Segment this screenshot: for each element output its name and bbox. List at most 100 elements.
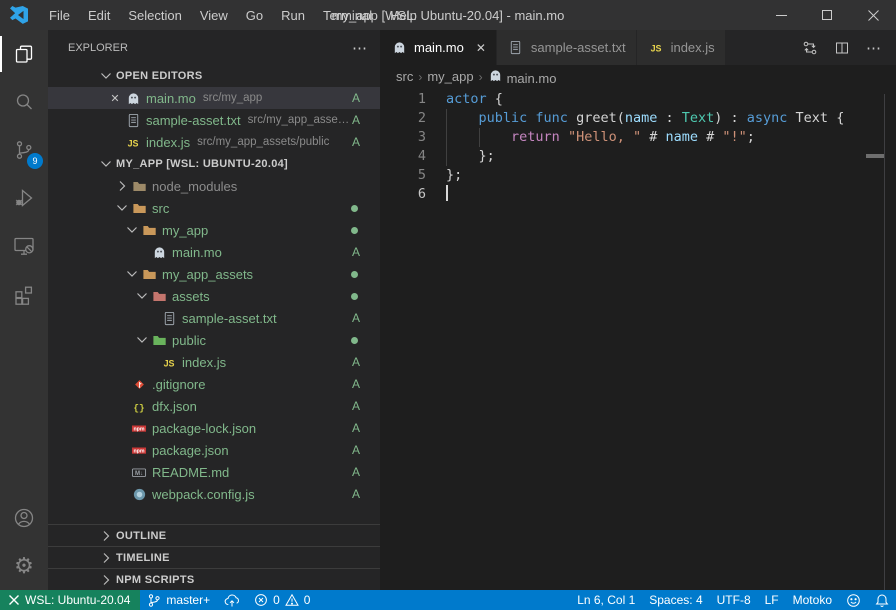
- tree-item-my_app[interactable]: my_app: [48, 219, 380, 241]
- svg-text:M↓: M↓: [135, 469, 143, 476]
- menu-edit[interactable]: Edit: [79, 0, 119, 30]
- menu-go[interactable]: Go: [237, 0, 272, 30]
- line-number: 1: [380, 90, 446, 109]
- notifications-button[interactable]: [868, 590, 896, 610]
- section-npm-scripts[interactable]: NPM SCRIPTS: [48, 568, 380, 590]
- files-icon: [12, 42, 36, 66]
- project-root-header[interactable]: MY_APP [WSL: UBUNTU-20.04]: [48, 153, 380, 175]
- menu-selection[interactable]: Selection: [119, 0, 190, 30]
- open-editors-header[interactable]: OPEN EDITORS: [48, 65, 380, 87]
- activity-explorer-button[interactable]: [0, 30, 48, 78]
- close-window-button[interactable]: [850, 0, 896, 30]
- code-line-6[interactable]: 6: [380, 185, 896, 204]
- cloud-upload-icon: [224, 593, 240, 608]
- git-branch-status[interactable]: master+: [140, 590, 217, 610]
- code-line-2[interactable]: 2 public func greet(name : Text) : async…: [380, 109, 896, 128]
- activity-search-button[interactable]: [0, 78, 48, 126]
- git-status-badge: A: [352, 421, 360, 435]
- tree-item-main.mo[interactable]: main.mo A: [48, 241, 380, 263]
- breadcrumb-item-src[interactable]: src: [396, 69, 413, 84]
- encoding-status[interactable]: UTF-8: [710, 590, 758, 610]
- tree-item-webpack.config.js[interactable]: webpack.config.js A: [48, 483, 380, 505]
- tab-index.js[interactable]: JS index.js: [637, 30, 726, 65]
- menu-help[interactable]: Help: [381, 0, 426, 30]
- cursor-position-status[interactable]: Ln 6, Col 1: [570, 590, 642, 610]
- section-timeline[interactable]: TIMELINE: [48, 546, 380, 568]
- problems-status[interactable]: 0 0: [247, 590, 317, 610]
- publish-status[interactable]: [217, 590, 247, 610]
- tab-sample-asset.txt[interactable]: sample-asset.txt: [497, 30, 637, 65]
- code-line-1[interactable]: 1 actor {: [380, 90, 896, 109]
- more-actions-icon[interactable]: ⋯: [866, 39, 882, 57]
- open-editor-index.js[interactable]: JS index.js src/my_app_assets/public A: [48, 131, 380, 153]
- tree-item-package-lock.json[interactable]: npm package-lock.json A: [48, 417, 380, 439]
- modified-dot: [351, 227, 358, 234]
- close-tab-icon[interactable]: ✕: [476, 41, 486, 55]
- tree-item-label: dfx.json: [152, 399, 197, 414]
- open-editor-sample-asset.txt[interactable]: sample-asset.txt src/my_app_assets/asset…: [48, 109, 380, 131]
- close-editor-icon[interactable]: ✕: [106, 92, 124, 105]
- code-line-5[interactable]: 5 };: [380, 166, 896, 185]
- tree-item-assets[interactable]: assets: [48, 285, 380, 307]
- git-status-badge: A: [352, 91, 360, 105]
- tree-item-my_app_assets[interactable]: my_app_assets: [48, 263, 380, 285]
- views-more-actions-button[interactable]: ⋯: [352, 39, 368, 57]
- split-editor-icon[interactable]: [834, 40, 850, 56]
- folder-icon: [130, 201, 148, 216]
- tab-main.mo[interactable]: main.mo ✕: [380, 30, 497, 65]
- breadcrumb-item-my_app[interactable]: my_app: [427, 69, 473, 84]
- sidebar-title: EXPLORER: [68, 42, 128, 54]
- svg-text:{}: {}: [133, 402, 144, 413]
- tab-bar: main.mo ✕ sample-asset.txt JS index.js ⋯: [380, 30, 896, 65]
- debug-icon: [12, 186, 36, 210]
- line-number: 3: [380, 128, 446, 147]
- npm-icon: npm: [130, 421, 148, 436]
- remote-indicator[interactable]: WSL: Ubuntu-20.04: [0, 590, 140, 610]
- maximize-button[interactable]: [804, 0, 850, 30]
- code-editor[interactable]: 1 actor { 2 public func greet(name : Tex…: [380, 88, 896, 590]
- tab-label: sample-asset.txt: [531, 40, 626, 55]
- open-editor-main.mo[interactable]: ✕ main.mo src/my_app A: [48, 87, 380, 109]
- editor-actions: ⋯: [788, 30, 896, 65]
- git-status-badge: A: [352, 487, 360, 501]
- tree-item-package.json[interactable]: npm package.json A: [48, 439, 380, 461]
- activity-run-debug-button[interactable]: [0, 174, 48, 222]
- folder-icon: [150, 333, 168, 348]
- language-status[interactable]: Motoko: [786, 590, 839, 610]
- accounts-button[interactable]: [0, 494, 48, 542]
- settings-button[interactable]: ⚙: [0, 542, 48, 590]
- open-changes-icon[interactable]: [802, 40, 818, 56]
- code-line-4[interactable]: 4 };: [380, 147, 896, 166]
- menu-terminal[interactable]: Terminal: [314, 0, 381, 30]
- overview-ruler: [884, 94, 885, 590]
- svg-text:npm: npm: [133, 448, 144, 454]
- activity-extensions-button[interactable]: [0, 270, 48, 318]
- menu-run[interactable]: Run: [272, 0, 314, 30]
- code-line-3[interactable]: 3 return "Hello, " # name # "!";: [380, 128, 896, 147]
- motoko-icon: [390, 40, 408, 55]
- tree-item-label: node_modules: [152, 179, 237, 194]
- indentation-status[interactable]: Spaces: 4: [642, 590, 709, 610]
- menu-file[interactable]: File: [40, 0, 79, 30]
- tree-item-node_modules[interactable]: node_modules: [48, 175, 380, 197]
- breadcrumb: src›my_app›main.mo: [380, 65, 896, 88]
- tree-item-label: public: [172, 333, 206, 348]
- breadcrumb-item-main.mo[interactable]: main.mo: [488, 68, 557, 86]
- activity-source-control-button[interactable]: 9: [0, 126, 48, 174]
- chevron-down-icon: [114, 200, 130, 216]
- tree-item-.gitignore[interactable]: .gitignore A: [48, 373, 380, 395]
- tree-item-README.md[interactable]: M↓ README.md A: [48, 461, 380, 483]
- sidebar-title-row: EXPLORER ⋯: [48, 30, 380, 65]
- section-outline[interactable]: OUTLINE: [48, 524, 380, 546]
- tree-item-index.js[interactable]: JS index.js A: [48, 351, 380, 373]
- tree-item-sample-asset.txt[interactable]: sample-asset.txt A: [48, 307, 380, 329]
- tree-item-public[interactable]: public: [48, 329, 380, 351]
- tree-item-label: package-lock.json: [152, 421, 256, 436]
- feedback-button[interactable]: [839, 590, 868, 610]
- activity-remote-explorer-button[interactable]: [0, 222, 48, 270]
- tree-item-src[interactable]: src: [48, 197, 380, 219]
- menu-view[interactable]: View: [191, 0, 237, 30]
- eol-status[interactable]: LF: [758, 590, 786, 610]
- minimize-button[interactable]: [758, 0, 804, 30]
- tree-item-dfx.json[interactable]: {} dfx.json A: [48, 395, 380, 417]
